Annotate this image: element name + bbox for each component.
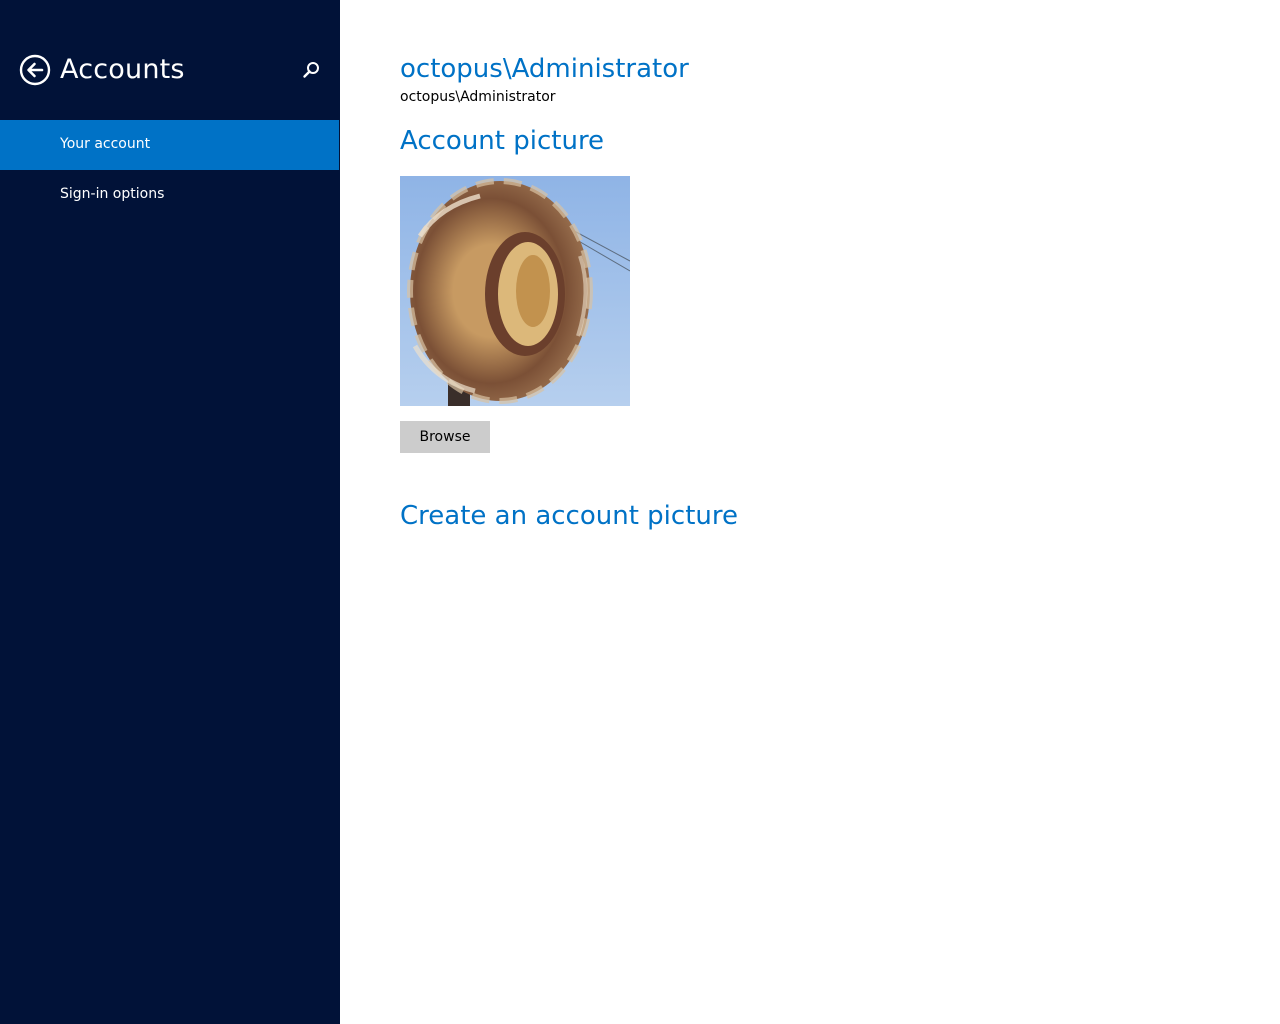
browse-button[interactable]: Browse xyxy=(400,421,490,453)
sidebar-item-label: Your account xyxy=(60,136,151,152)
sidebar-item-label: Sign-in options xyxy=(60,186,165,202)
account-picture xyxy=(400,176,630,406)
sidebar: Accounts Your account Sign-in options xyxy=(0,0,340,1024)
main-content: octopus\Administrator octopus\Administra… xyxy=(340,0,1280,1024)
account-picture-heading: Account picture xyxy=(400,126,605,156)
accounts-settings-window: Accounts Your account Sign-in options oc… xyxy=(0,0,1280,1024)
donut-photo xyxy=(400,176,630,406)
user-name-heading: octopus\Administrator xyxy=(400,54,689,84)
search-icon xyxy=(303,62,319,78)
create-account-picture-link[interactable]: Create an account picture xyxy=(400,499,738,533)
sidebar-item-sign-in-options[interactable]: Sign-in options xyxy=(0,170,339,220)
search-button[interactable] xyxy=(299,58,323,82)
sidebar-item-your-account[interactable]: Your account xyxy=(0,120,339,170)
page-title: Accounts xyxy=(60,54,185,85)
sidebar-header: Accounts xyxy=(0,48,340,92)
user-name-subtitle: octopus\Administrator xyxy=(400,89,556,105)
back-arrow-circle-icon xyxy=(19,54,51,86)
back-button[interactable] xyxy=(19,54,51,86)
